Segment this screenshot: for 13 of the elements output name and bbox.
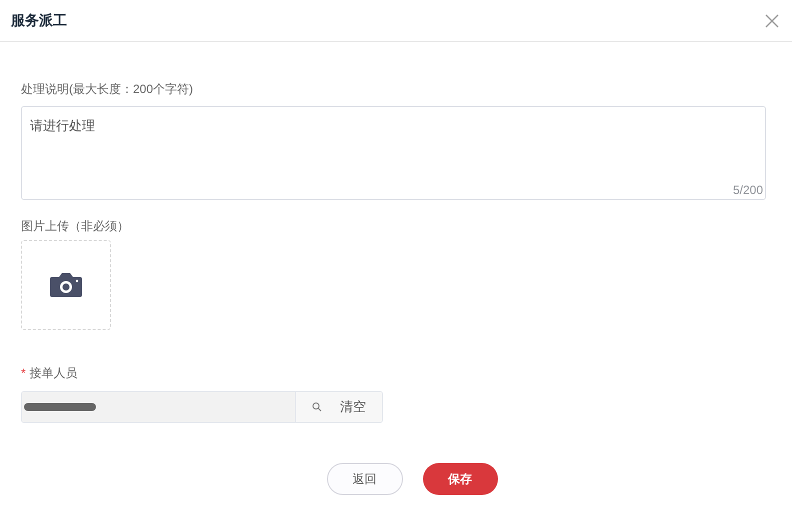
assignee-label: 接单人员 bbox=[30, 365, 78, 382]
back-button[interactable]: 返回 bbox=[326, 463, 402, 495]
dialog-title: 服务派工 bbox=[11, 11, 67, 30]
upload-label: 图片上传（非必须） bbox=[21, 218, 130, 235]
description-label: 处理说明(最大长度：200个字符) bbox=[21, 81, 194, 98]
save-button[interactable]: 保存 bbox=[422, 463, 498, 495]
required-asterisk: * bbox=[21, 365, 26, 382]
description-value: 请进行处理 bbox=[30, 118, 95, 133]
close-icon[interactable] bbox=[764, 12, 780, 28]
character-counter: 5/200 bbox=[732, 182, 763, 199]
image-upload-button[interactable] bbox=[21, 240, 111, 330]
camera-icon bbox=[49, 272, 83, 298]
description-field[interactable]: 请进行处理 5/200 bbox=[21, 106, 766, 200]
